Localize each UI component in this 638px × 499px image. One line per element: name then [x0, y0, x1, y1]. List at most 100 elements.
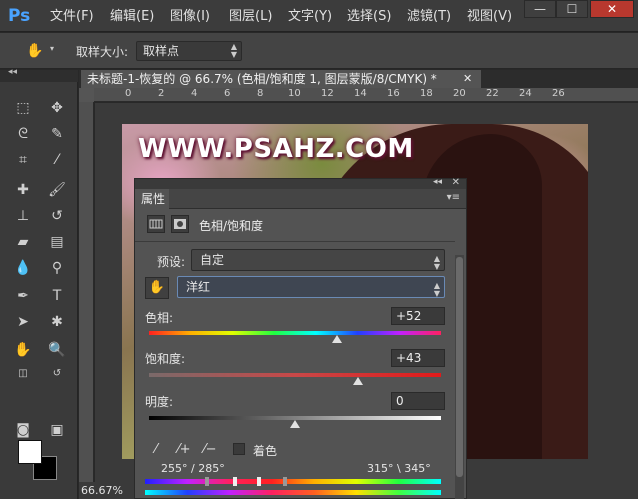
tool-preset-arrow-icon[interactable]: ▾	[50, 44, 54, 53]
panel-close-icon[interactable]: ✕	[452, 177, 460, 188]
horizontal-ruler: 0 2 4 6 8 10 12 14 16 18 20 22 24 26	[94, 88, 638, 102]
ruler-tick: 22	[486, 88, 499, 99]
toolbox-header: ◂◂	[0, 67, 78, 82]
eyedropper-tool-icon[interactable]: ⁄	[44, 148, 70, 172]
zoom-tool-icon[interactable]: 🔍	[44, 338, 70, 362]
ruler-tick: 12	[321, 88, 334, 99]
ruler-tick: 26	[552, 88, 565, 99]
panel-scrollbar-thumb[interactable]	[456, 257, 463, 477]
gradient-tool-icon[interactable]: ▤	[44, 230, 70, 254]
menu-layer[interactable]: 图层(L)	[229, 8, 272, 26]
ruler-tick: 16	[387, 88, 400, 99]
sample-size-select[interactable]: 取样点 ▲ ▼	[136, 41, 242, 61]
path-select-tool-icon[interactable]: ➤	[10, 310, 36, 334]
hand-tool-icon-box[interactable]: ✋	[10, 338, 36, 362]
updown-arrow-icon: ▲ ▼	[433, 254, 440, 271]
range-right-label: 315° \ 345°	[367, 462, 431, 475]
minimize-button[interactable]: —	[524, 0, 556, 18]
default-colors-icon[interactable]: ◫	[10, 362, 36, 386]
saturation-slider-thumb[interactable]	[352, 377, 363, 385]
panel-title-bar[interactable]: ◂◂ ✕	[135, 177, 466, 189]
vertical-ruler	[79, 102, 94, 482]
document-tab-bar: 未标题-1-恢复的 @ 66.7% (色相/饱和度 1, 图层蒙版/8/CMYK…	[79, 70, 638, 88]
clone-stamp-tool-icon[interactable]: ⊥	[10, 204, 36, 228]
range-handle[interactable]	[205, 477, 209, 486]
document-tab[interactable]: 未标题-1-恢复的 @ 66.7% (色相/饱和度 1, 图层蒙版/8/CMYK…	[81, 70, 481, 88]
ruler-tick: 6	[224, 88, 231, 99]
saturation-slider-track[interactable]	[149, 373, 441, 377]
collapse-icon[interactable]: ◂◂	[8, 67, 17, 77]
lightness-slider-thumb[interactable]	[290, 420, 300, 428]
close-button[interactable]: ✕	[590, 0, 634, 18]
ruler-tick: 4	[191, 88, 198, 99]
menu-view[interactable]: 视图(V)	[467, 8, 512, 26]
menu-edit[interactable]: 编辑(E)	[110, 8, 154, 26]
ruler-tick: 20	[453, 88, 466, 99]
ruler-tick: 0	[125, 88, 132, 99]
ruler-tick: 10	[288, 88, 301, 99]
result-color-bar	[145, 490, 441, 495]
menu-file[interactable]: 文件(F)	[50, 8, 94, 26]
lightness-input[interactable]: 0	[391, 392, 445, 410]
eyedropper-subtract-icon[interactable]: ⁄−	[201, 441, 219, 459]
pen-tool-icon[interactable]: ✒	[10, 284, 36, 308]
sample-size-value: 取样点	[143, 44, 180, 58]
updown-arrow-icon: ▲ ▼	[230, 42, 237, 59]
range-handle[interactable]	[257, 477, 261, 486]
menu-filter[interactable]: 滤镜(T)	[407, 8, 451, 26]
shape-tool-icon[interactable]: ✱	[44, 310, 70, 334]
hue-input[interactable]: +52	[391, 307, 445, 325]
range-handle[interactable]	[283, 477, 287, 486]
hue-slider-thumb[interactable]	[332, 335, 343, 343]
panel-scrollbar[interactable]	[455, 255, 464, 499]
hue-label: 色相:	[145, 311, 174, 325]
menu-select[interactable]: 选择(S)	[347, 8, 391, 26]
swap-colors-icon[interactable]: ↺	[44, 362, 70, 386]
range-handle[interactable]	[233, 477, 237, 486]
type-tool-icon[interactable]: T	[44, 284, 70, 308]
panel-menu-icon[interactable]: ▾≡	[447, 192, 460, 203]
panel-collapse-icon[interactable]: ◂◂	[433, 177, 442, 187]
move-tool-icon[interactable]: ✥	[44, 96, 70, 120]
on-image-adjust-hand-icon[interactable]: ✋	[145, 277, 169, 299]
menu-image[interactable]: 图像(I)	[170, 8, 210, 26]
saturation-input[interactable]: +43	[391, 349, 445, 367]
range-left-label: 255° / 285°	[161, 462, 225, 475]
screen-mode-icon[interactable]: ▣	[44, 418, 70, 442]
maximize-button[interactable]: ☐	[556, 0, 588, 18]
history-brush-tool-icon[interactable]: ↺	[44, 204, 70, 228]
hue-saturation-adjustment-icon	[147, 215, 165, 233]
eyedropper-add-icon[interactable]: ⁄+	[175, 441, 193, 459]
preset-select[interactable]: 自定 ▲ ▼	[191, 249, 445, 271]
zoom-level[interactable]: 66.67%	[79, 482, 134, 499]
eraser-tool-icon[interactable]: ▰	[10, 230, 36, 254]
tab-close-icon[interactable]: ✕	[463, 72, 472, 85]
eyedropper-icon[interactable]: ⁄	[147, 441, 165, 459]
foreground-color-swatch[interactable]	[18, 440, 42, 464]
menu-type[interactable]: 文字(Y)	[288, 8, 332, 26]
healing-brush-tool-icon[interactable]: ✚	[10, 178, 36, 202]
channel-select[interactable]: 洋红 ▲ ▼	[177, 276, 445, 298]
quick-select-tool-icon[interactable]: ✎	[44, 122, 70, 146]
quick-mask-icon[interactable]: ◙	[10, 418, 36, 442]
ruler-tick: 14	[354, 88, 367, 99]
ruler-tick: 18	[420, 88, 433, 99]
dodge-tool-icon[interactable]: ⚲	[44, 256, 70, 280]
hue-slider-track[interactable]	[149, 331, 441, 335]
colorize-checkbox[interactable]	[233, 443, 245, 455]
toolbox: ◂◂ ⬚ ✥ ᘓ ✎ ⌗ ⁄ ✚ 🖌 ⊥ ↺ ▰ ▤ 💧 ⚲ ✒ T ➤ ✱ ✋…	[0, 67, 78, 499]
crop-tool-icon[interactable]: ⌗	[10, 148, 36, 172]
ruler-tick: 8	[257, 88, 264, 99]
saturation-label: 饱和度:	[145, 352, 186, 366]
tab-properties[interactable]: 属性	[135, 189, 169, 209]
hand-tool-icon[interactable]: ✋	[22, 39, 48, 63]
brush-tool-icon[interactable]: 🖌	[44, 178, 70, 202]
horizontal-scrollbar[interactable]	[467, 482, 638, 499]
watermark-text: WWW.PSAHZ.COM	[138, 134, 414, 164]
lasso-tool-icon[interactable]: ᘓ	[10, 122, 36, 146]
sample-size-label: 取样大小:	[76, 45, 129, 59]
layer-mask-icon[interactable]	[171, 215, 189, 233]
blur-tool-icon[interactable]: 💧	[10, 256, 36, 280]
adjustment-title: 色相/饱和度	[199, 219, 264, 233]
marquee-tool-icon[interactable]: ⬚	[10, 96, 36, 120]
